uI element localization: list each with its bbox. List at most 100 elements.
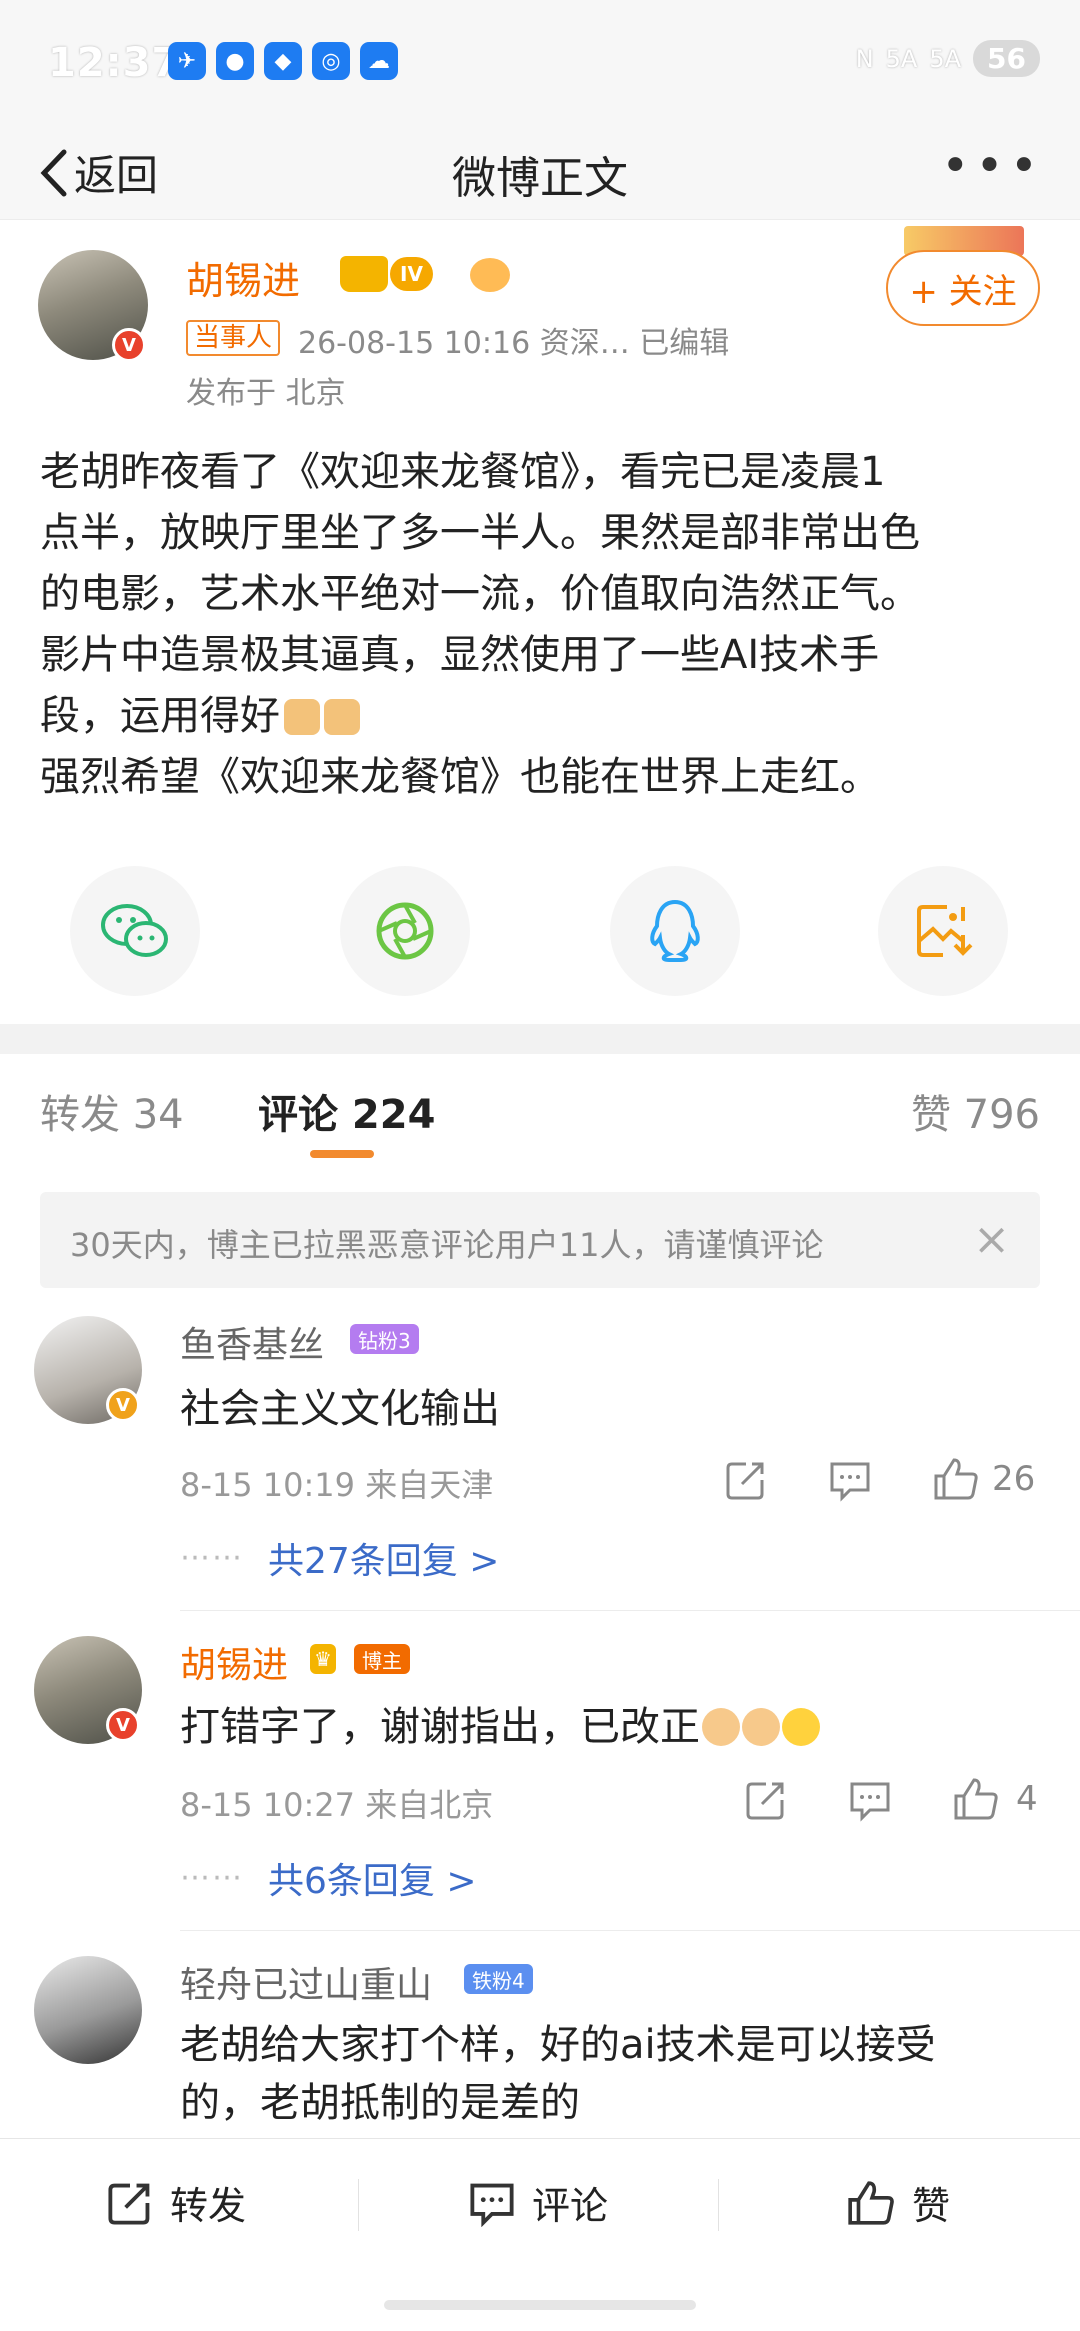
close-icon[interactable]: × [973,1214,1010,1265]
post-line: 影片中造景极其逼真，显然使用了一些AI技术手 [40,632,880,678]
comment-text: 打错字了，谢谢指出，已改正 [180,1704,700,1750]
share-qq-button[interactable] [610,866,740,996]
separator [358,2179,359,2231]
comment-icon [850,1782,890,1822]
chat-icon: ✈ [168,42,206,80]
post-location: 发布于 北京 [186,376,346,411]
repost-icon [108,2183,150,2225]
signal-icon-2: 5A [929,44,962,73]
section-divider [0,1024,1080,1054]
post-line: 的电影，艺术水平绝对一流，价值取向浩然正气。 [40,571,920,617]
post-line: 强烈希望《欢迎来龙餐馆》也能在世界上走红。 [40,754,880,800]
comment-notice: 30天内，博主已拉黑恶意评论用户11人，请谨慎评论 × [40,1192,1040,1288]
comment-like-button[interactable]: 26 [932,1456,1035,1502]
interaction-tabs: 转发 34 评论 224 赞 796 [0,1054,1080,1164]
share-row [0,866,1080,996]
tab-repost[interactable]: 转发 34 [40,1082,184,1140]
commenter-name[interactable]: 轻舟已过山重山 [180,1956,432,2008]
signal-icon: 5A [885,44,918,73]
like-icon [934,1458,978,1500]
repost-button[interactable]: 转发 [106,2175,246,2230]
comment-icon [830,1462,870,1502]
member-badge[interactable]: IV [340,256,433,292]
verified-icon: V [106,1708,140,1742]
repost-label: 转发 [170,2184,247,2228]
comment-meta: 8-15 10:27 来自北京 [180,1786,494,1824]
post-meta: 26-08-15 10:16 资深… 已编辑 [298,326,730,361]
status-app-icons: ✈ ● ◆ ◎ ☁ [168,42,398,80]
view-replies-link[interactable]: 共6条回复 > [268,1852,477,1904]
post-line-with-emoji: 段，运用得好 [40,686,1040,747]
thumbs-up-emoji-icon [324,699,360,735]
ok-hand-emoji-icon [702,1708,740,1746]
comment-icon [470,2183,514,2227]
comment-text: 社会主义文化输出 [180,1386,500,1432]
save-image-button[interactable] [878,866,1008,996]
bottom-action-bar: 转发 评论 赞 [0,2138,1080,2278]
party-tag: 当事人 [186,320,281,356]
like-button[interactable]: 赞 [846,2175,950,2230]
reply-dots: ⋯⋯ [180,1860,244,1895]
like-count: 26 [992,1459,1036,1499]
author-name[interactable]: 胡锡进 [186,250,300,305]
tab-comment[interactable]: 评论 224 [258,1082,435,1140]
comment-text: 的，老胡抵制的是差的 [180,2080,580,2126]
active-tab-indicator [310,1150,374,1158]
post-body: 老胡昨夜看了《欢迎来龙餐馆》，看完已是凌晨1 点半，放映厅里坐了多一半人。果然是… [40,442,1040,808]
repost-icon [746,1782,784,1820]
reply-dots: ⋯⋯ [180,1540,244,1575]
crown-icon [340,256,388,292]
comment-like-button[interactable]: 4 [952,1776,1038,1822]
like-label: 赞 [912,2184,951,2228]
verified-icon: V [106,1388,140,1422]
tab-like[interactable]: 赞 796 [911,1082,1040,1140]
battery-indicator: 56 [973,40,1040,77]
fan-level-badge: 铁粉4 [464,1964,533,1994]
blogger-badge: 博主 [354,1644,410,1674]
fan-level-badge: 钻粉3 [350,1324,419,1354]
commenter-name[interactable]: 鱼香基丝 [180,1316,324,1368]
page-title: 微博正文 [452,153,628,204]
thumbs-up-emoji-icon [284,699,320,735]
nav-bar: 返回 微博正文 ••• [0,120,1080,220]
message-icon: ● [216,42,254,80]
comment-text-row: 打错字了，谢谢指出，已改正 [180,1698,820,1756]
comment-repost-button[interactable] [744,1778,788,1822]
comment-divider [180,1930,1080,1931]
shield-icon: ◆ [264,42,302,80]
comment-button[interactable]: 评论 [468,2175,608,2230]
share-moments-button[interactable] [340,866,470,996]
like-icon [954,1778,998,1820]
save-image-icon [917,905,973,957]
status-indicators: N 5A 5A 56 [856,40,1040,77]
nfc-icon: N [855,44,874,73]
laugh-emoji-icon [782,1708,820,1746]
home-indicator[interactable] [384,2300,696,2310]
separator [718,2179,719,2231]
post-line: 点半，放映厅里坐了多一半人。果然是部非常出色 [40,510,920,556]
repost-icon [726,1462,764,1500]
comment-meta: 8-15 10:19 来自天津 [180,1466,494,1504]
fan-badge-icon [470,258,510,292]
status-bar: 12:37 ✈ ● ◆ ◎ ☁ N 5A 5A 56 [0,0,1080,120]
qq-icon [650,899,700,962]
commenter-avatar[interactable] [34,1956,142,2064]
moments-icon [376,902,434,960]
comment-divider [180,1610,1080,1611]
post-line: 段，运用得好 [40,693,280,739]
commenter-name[interactable]: 胡锡进 [180,1636,288,1688]
comment-reply-button[interactable] [848,1778,892,1822]
like-icon [848,2180,894,2225]
bulb-icon: ◎ [312,42,350,80]
notice-text: 30天内，博主已拉黑恶意评论用户11人，请谨慎评论 [70,1226,824,1264]
share-wechat-button[interactable] [70,866,200,996]
like-count: 4 [1016,1779,1038,1819]
ok-hand-emoji-icon [742,1708,780,1746]
follow-button[interactable]: + 关注 [886,250,1040,326]
more-button[interactable]: ••• [941,142,1044,190]
comment-reply-button[interactable] [828,1458,872,1502]
comment-repost-button[interactable] [724,1458,768,1502]
view-replies-link[interactable]: 共27条回复 > [268,1532,499,1584]
verified-icon: V [112,328,146,362]
post-line: 老胡昨夜看了《欢迎来龙餐馆》，看完已是凌晨1 [40,449,886,495]
